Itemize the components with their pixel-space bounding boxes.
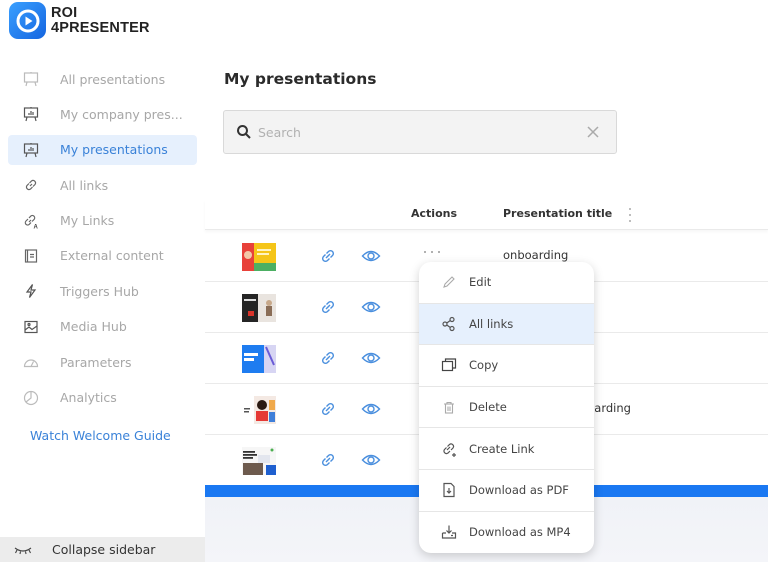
sidebar-item-label: Analytics <box>60 390 117 406</box>
eye-icon[interactable] <box>361 299 381 315</box>
search-icon <box>237 125 251 139</box>
presentation-thumbnail[interactable] <box>242 294 276 322</box>
link-icon[interactable] <box>319 349 337 367</box>
column-menu-icon[interactable] <box>628 208 632 222</box>
sidebar-item-triggers-hub[interactable]: Triggers Hub <box>8 276 197 306</box>
sidebar-item-label: Parameters <box>60 354 132 370</box>
column-header-actions[interactable]: Actions <box>411 207 457 220</box>
trash-icon <box>441 399 457 415</box>
search-input[interactable] <box>258 124 578 140</box>
sidebar-nav: All presentations My company pres... My … <box>8 64 197 418</box>
pie-chart-icon <box>22 389 40 407</box>
sidebar-item-label: External content <box>60 248 164 264</box>
collapse-sidebar-button[interactable]: Collapse sidebar <box>0 537 205 562</box>
eye-icon[interactable] <box>361 350 381 366</box>
sidebar-item-my-links[interactable]: A My Links <box>8 206 197 236</box>
menu-item-download-mp4[interactable]: Download as MP4 <box>419 512 594 553</box>
svg-text:A: A <box>34 224 39 229</box>
menu-item-delete[interactable]: Delete <box>419 387 594 429</box>
menu-item-download-pdf[interactable]: Download as PDF <box>419 470 594 512</box>
menu-item-label: Edit <box>469 275 492 290</box>
menu-item-label: Download as MP4 <box>469 525 571 540</box>
image-icon <box>22 318 40 336</box>
eye-icon[interactable] <box>361 401 381 417</box>
sidebar-item-label: Triggers Hub <box>60 283 139 299</box>
menu-item-copy[interactable]: Copy <box>419 345 594 387</box>
sidebar-item-my-presentations[interactable]: My presentations <box>8 134 197 165</box>
table-header: Actions Presentation title <box>205 200 768 230</box>
menu-item-all-links[interactable]: All links <box>419 303 594 346</box>
link-plus-icon <box>441 441 457 457</box>
app-root: ROI 4PRESENTER All presentations My comp… <box>0 0 768 562</box>
presentation-thumbnail[interactable] <box>242 396 276 424</box>
presentation-chart-icon <box>22 105 40 123</box>
sidebar-item-label: Media Hub <box>60 319 127 335</box>
file-download-icon <box>441 482 457 498</box>
column-header-title[interactable]: Presentation title <box>503 207 612 220</box>
sidebar: ROI 4PRESENTER All presentations My comp… <box>0 0 205 562</box>
clear-search-icon[interactable] <box>586 125 600 139</box>
menu-item-label: Create Link <box>469 441 535 456</box>
sidebar-item-all-presentations[interactable]: All presentations <box>8 64 197 94</box>
row-actions-menu: Edit All links Copy Delete Create Link D… <box>419 262 594 553</box>
sidebar-item-analytics[interactable]: Analytics <box>8 383 197 413</box>
menu-item-edit[interactable]: Edit <box>419 262 594 304</box>
gauge-icon <box>22 353 40 371</box>
logo-play-icon <box>9 2 46 39</box>
lightning-icon <box>22 282 40 300</box>
sidebar-item-my-company-presentations[interactable]: My company pres... <box>8 99 197 129</box>
presentation-chart-icon <box>22 141 40 159</box>
eye-icon[interactable] <box>361 248 381 264</box>
book-icon <box>22 247 40 265</box>
sidebar-item-label: My Links <box>60 213 115 229</box>
sidebar-item-label: All presentations <box>60 71 166 87</box>
closed-eye-icon <box>14 544 32 556</box>
logo[interactable]: ROI 4PRESENTER <box>9 2 150 39</box>
sidebar-item-external-content[interactable]: External content <box>8 241 197 271</box>
presentation-title[interactable]: onboarding <box>503 248 568 262</box>
logo-line-2: 4PRESENTER <box>51 19 150 36</box>
eye-icon[interactable] <box>361 452 381 468</box>
menu-item-label: Copy <box>469 358 499 373</box>
presentation-thumbnail[interactable] <box>242 447 276 475</box>
link-icon[interactable] <box>319 298 337 316</box>
share-icon <box>441 316 457 332</box>
search-box <box>223 110 617 154</box>
watch-welcome-guide-link[interactable]: Watch Welcome Guide <box>30 428 171 443</box>
sidebar-item-label: All links <box>60 177 109 193</box>
menu-item-label: Download as PDF <box>469 483 569 498</box>
menu-item-label: Delete <box>469 400 507 415</box>
menu-item-create-link[interactable]: Create Link <box>419 428 594 470</box>
link-icon[interactable] <box>319 451 337 469</box>
tray-download-icon <box>441 524 457 540</box>
collapse-sidebar-label: Collapse sidebar <box>52 542 156 557</box>
link-icon[interactable] <box>319 247 337 265</box>
user-link-icon: A <box>22 212 40 230</box>
pencil-icon <box>441 274 457 290</box>
presentation-thumbnail[interactable] <box>242 345 276 373</box>
menu-item-label: All links <box>469 316 514 331</box>
page-title: My presentations <box>224 70 377 88</box>
sidebar-item-parameters[interactable]: Parameters <box>8 347 197 377</box>
presentation-thumbnail[interactable] <box>242 243 276 271</box>
sidebar-item-all-links[interactable]: All links <box>8 170 197 200</box>
sidebar-item-label: My presentations <box>60 142 168 158</box>
sidebar-item-label: My company pres... <box>60 106 183 122</box>
sidebar-item-media-hub[interactable]: Media Hub <box>8 312 197 342</box>
link-icon <box>22 176 40 194</box>
logo-line-1: ROI <box>51 4 78 21</box>
copy-icon <box>441 357 457 373</box>
logo-text: ROI 4PRESENTER <box>51 4 150 36</box>
link-icon[interactable] <box>319 400 337 418</box>
more-actions-icon[interactable] <box>424 247 440 257</box>
presentation-board-icon <box>22 70 40 88</box>
